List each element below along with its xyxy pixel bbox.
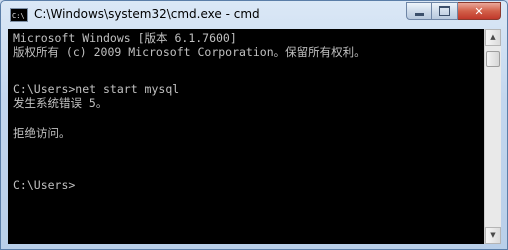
scroll-thumb[interactable] — [486, 51, 500, 67]
window-title: C:\Windows\system32\cmd.exe - cmd — [34, 7, 260, 21]
maximize-icon — [439, 6, 450, 16]
console-line: C:\Users>net start mysql — [13, 82, 180, 96]
chevron-down-icon: ▼ — [490, 231, 496, 239]
minimize-icon — [414, 12, 424, 16]
console-line: 版权所有 (c) 2009 Microsoft Corporation。保留所有… — [13, 45, 366, 59]
close-icon: ✕ — [474, 4, 484, 18]
console-line: 拒绝访问。 — [13, 126, 71, 140]
window-bottom-border — [1, 244, 507, 250]
minimize-button[interactable] — [406, 2, 432, 20]
cmd-window: C:\ C:\Windows\system32\cmd.exe - cmd ✕ … — [0, 0, 508, 250]
scroll-up-button[interactable]: ▲ — [485, 29, 501, 46]
chevron-up-icon: ▲ — [490, 33, 496, 41]
console-output[interactable]: Microsoft Windows [版本 6.1.7600] 版权所有 (c)… — [8, 29, 484, 244]
title-bar[interactable]: C:\ C:\Windows\system32\cmd.exe - cmd ✕ — [1, 1, 507, 29]
console-prompt: C:\Users> — [13, 178, 76, 192]
window-controls: ✕ — [406, 2, 501, 21]
maximize-button[interactable] — [432, 2, 458, 20]
close-button[interactable]: ✕ — [458, 2, 501, 20]
vertical-scrollbar[interactable]: ▲ ▼ — [484, 29, 501, 244]
cmd-console-icon[interactable]: C:\ — [10, 8, 28, 22]
console-line: Microsoft Windows [版本 6.1.7600] — [13, 31, 237, 45]
console-line: 发生系统错误 5。 — [13, 96, 108, 110]
scroll-down-button[interactable]: ▼ — [485, 227, 501, 244]
